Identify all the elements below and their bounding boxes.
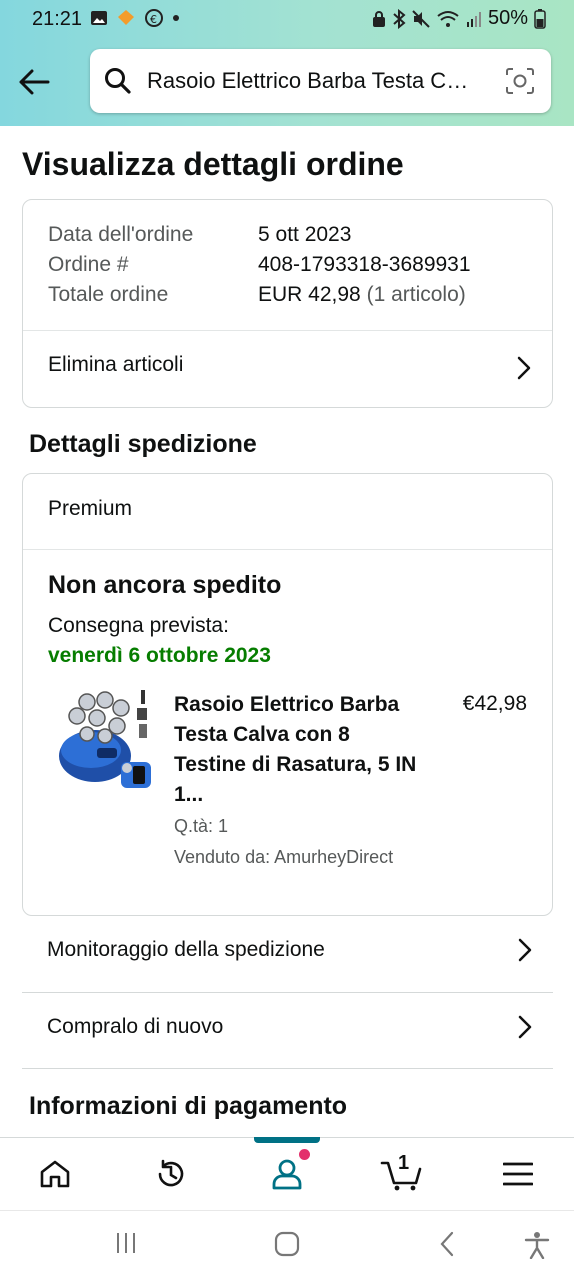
shipment-status: Non ancora spedito (48, 571, 282, 599)
signal-icon (466, 11, 481, 27)
notification-dot (299, 1149, 310, 1160)
mute-icon (412, 9, 430, 28)
gallery-icon (91, 11, 107, 25)
chevron-right-icon (518, 938, 532, 962)
battery-percent: 50% (487, 7, 528, 29)
order-number-value: 408-1793318-3689931 (258, 253, 471, 276)
app-notification-icon (118, 10, 134, 25)
account-icon (272, 1159, 302, 1190)
delivery-date: venerdì 6 ottobre 2023 (48, 644, 271, 667)
buy-again-row[interactable]: Compralo di nuovo (22, 991, 553, 1067)
delivery-label: Consegna prevista: (48, 614, 229, 637)
back-button[interactable] (14, 62, 54, 102)
search-icon (105, 68, 131, 94)
divider (23, 549, 552, 550)
shipping-section-title: Dettagli spedizione (29, 430, 257, 458)
product-seller: Venduto da: AmurheyDirect (174, 847, 394, 867)
search-query[interactable]: Rasoio Elettrico Barba Testa Calva con 8… (147, 68, 477, 94)
camera-search-icon[interactable] (505, 67, 535, 95)
status-right: 50% (372, 7, 546, 30)
divider (22, 1068, 553, 1069)
bluetooth-icon (393, 8, 406, 29)
order-total: EUR 42,98 (1 articolo) (258, 283, 466, 307)
svg-text:€: € (150, 13, 157, 26)
app-header: 21:21 € 50% Rasoio Elettrico Barba Testa… (0, 0, 574, 126)
order-total-value: EUR 42,98 (258, 283, 361, 306)
status-bar: 21:21 € 50% (0, 0, 574, 36)
track-shipment-row[interactable]: Monitoraggio della spedizione (22, 914, 553, 990)
order-date-label: Data dell'ordine (48, 223, 194, 246)
cart-count: 1 (398, 1152, 410, 1174)
order-total-label: Totale ordine (48, 283, 169, 306)
nav-menu[interactable] (478, 1138, 558, 1210)
page-title: Visualizza dettagli ordine (22, 146, 404, 182)
home-button-icon[interactable] (274, 1231, 300, 1257)
recent-apps-icon[interactable] (114, 1231, 138, 1255)
product-image[interactable] (47, 686, 157, 796)
more-notifications-icon (173, 15, 179, 21)
battery-icon (534, 8, 546, 29)
order-date-value: 5 ott 2023 (258, 223, 352, 246)
chevron-right-icon (517, 356, 531, 380)
menu-icon (503, 1162, 533, 1186)
delete-items-label: Elimina articoli (48, 353, 184, 376)
product-quantity: Q.tà: 1 (174, 816, 229, 836)
payment-section-title: Informazioni di pagamento (29, 1092, 348, 1120)
app-notification-icon-2: € (145, 9, 163, 27)
system-navigation (0, 1210, 574, 1280)
delete-items-row[interactable]: Elimina articoli (23, 331, 552, 408)
lock-icon (372, 10, 385, 27)
back-arrow-icon (19, 69, 50, 95)
status-time: 21:21 (32, 8, 83, 30)
nav-account[interactable] (247, 1138, 327, 1210)
product-title[interactable]: Rasoio Elettrico Barba Testa Calva con 8… (174, 690, 424, 810)
search-bar[interactable]: Rasoio Elettrico Barba Testa Calva con 8… (90, 49, 551, 113)
shipment-card: Premium Non ancora spedito Consegna prev… (22, 473, 553, 916)
wifi-icon (437, 10, 459, 27)
shipping-type: Premium (48, 497, 133, 520)
nav-home[interactable] (15, 1138, 95, 1210)
history-icon (158, 1159, 184, 1187)
product-price: €42,98 (462, 692, 527, 715)
home-icon (40, 1160, 70, 1188)
order-summary-card: Data dell'ordine 5 ott 2023 Ordine # 408… (22, 199, 553, 408)
bottom-navigation (0, 1137, 574, 1209)
track-shipment-label: Monitoraggio della spedizione (47, 938, 325, 961)
shaver-image-icon (59, 690, 151, 788)
back-button-icon[interactable] (438, 1231, 456, 1257)
chevron-right-icon (518, 1015, 532, 1039)
order-number-label: Ordine # (48, 253, 129, 276)
notification-icons: € (90, 8, 180, 28)
nav-history[interactable] (131, 1138, 211, 1210)
accessibility-icon[interactable] (524, 1231, 550, 1259)
buy-again-label: Compralo di nuovo (47, 1015, 224, 1038)
order-total-items: (1 articolo) (366, 283, 466, 306)
